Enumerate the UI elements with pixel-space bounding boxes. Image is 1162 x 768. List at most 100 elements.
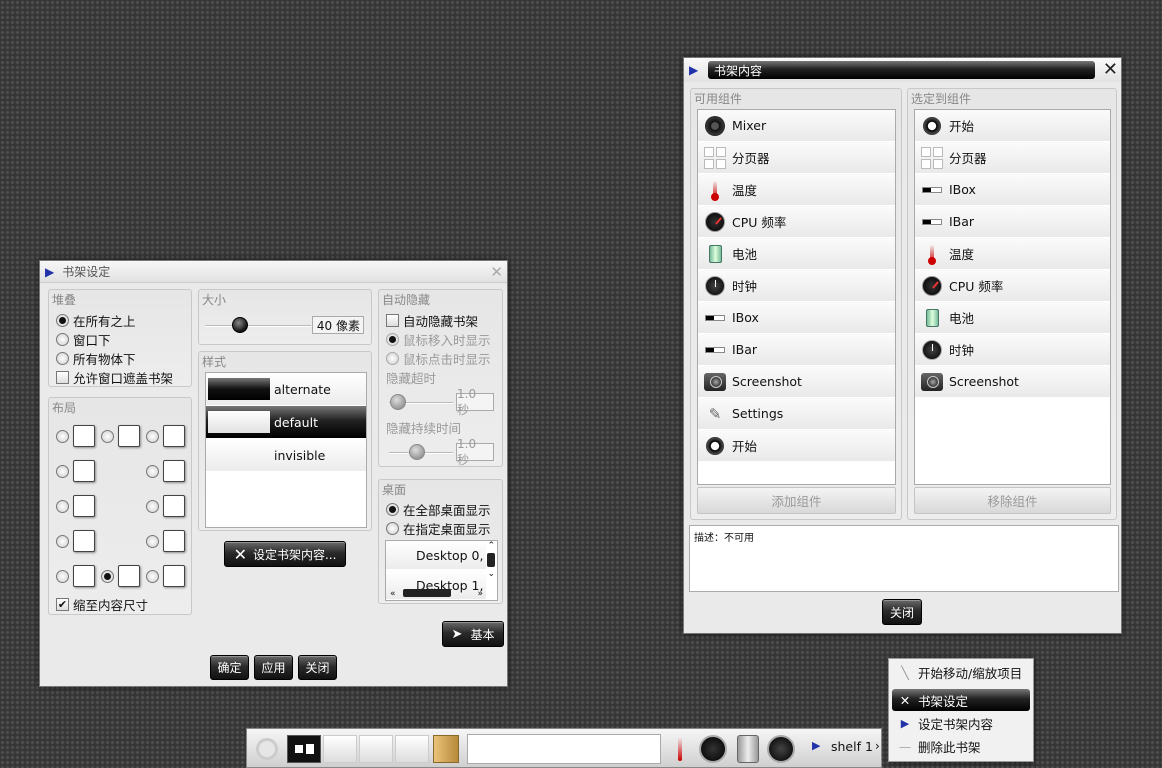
- show-all-desktops-radio[interactable]: 在全部桌面显示: [386, 500, 491, 519]
- pager-desk[interactable]: [395, 735, 429, 763]
- close-icon[interactable]: ✕: [490, 263, 503, 281]
- pager-desk[interactable]: [323, 735, 357, 763]
- scroll-left-icon[interactable]: «: [390, 589, 396, 599]
- pager-desk[interactable]: [359, 735, 393, 763]
- menu-item-move-resize[interactable]: ╲ 开始移动/缩放项目: [892, 661, 1030, 683]
- layout-radio-top-center[interactable]: [101, 430, 114, 443]
- hide-timeout-value[interactable]: 1.0 秒: [456, 387, 494, 417]
- component-list-item[interactable]: 电池: [915, 302, 1110, 334]
- hide-timeout-slider-knob[interactable]: [390, 394, 406, 410]
- stacking-option-above-all[interactable]: 在所有之上: [56, 311, 136, 330]
- pager-desk-active[interactable]: [287, 735, 321, 763]
- component-list-item[interactable]: Screenshot: [915, 366, 1110, 398]
- component-list-item[interactable]: IBox: [915, 174, 1110, 206]
- component-list-item[interactable]: CPU 频率: [915, 270, 1110, 302]
- component-list-item[interactable]: CPU 频率: [698, 206, 895, 238]
- horizontal-scrollbar-thumb[interactable]: [403, 589, 451, 597]
- component-list-item[interactable]: IBar: [698, 334, 895, 366]
- clock-icon[interactable]: [767, 735, 795, 763]
- hide-duration-value[interactable]: 1.0 秒: [456, 437, 494, 467]
- layout-preview-bottom-left: [73, 565, 95, 587]
- menu-item-shelf-settings[interactable]: ✕ 书架设定: [892, 689, 1030, 711]
- window-thumb-icon: [305, 744, 314, 754]
- clock-icon: [921, 339, 943, 361]
- show-on-click-radio[interactable]: 鼠标点击时显示: [386, 349, 491, 368]
- layout-radio-bottom-left[interactable]: [56, 570, 69, 583]
- component-list-item[interactable]: 分页器: [915, 142, 1110, 174]
- component-list-item[interactable]: ✎ Settings: [698, 398, 895, 430]
- layout-radio-top-left[interactable]: [56, 430, 69, 443]
- component-list-item[interactable]: 时钟: [915, 334, 1110, 366]
- shrink-to-content-checkbox[interactable]: ✔ 缩至内容尺寸: [56, 595, 148, 614]
- layout-radio-left-top[interactable]: [56, 465, 69, 478]
- close-button[interactable]: 关闭: [882, 599, 922, 625]
- speaker-icon: [704, 115, 726, 137]
- component-list-item[interactable]: 温度: [698, 174, 895, 206]
- delete-icon: —: [898, 738, 912, 754]
- basic-button[interactable]: ➤ 基本: [442, 621, 504, 647]
- component-list-item[interactable]: 温度: [915, 238, 1110, 270]
- component-list-item[interactable]: Mixer: [698, 110, 895, 142]
- stacking-option-below-windows[interactable]: 窗口下: [56, 330, 111, 349]
- scroll-up-icon[interactable]: ⌃: [487, 541, 495, 551]
- vertical-scrollbar-thumb[interactable]: [487, 553, 495, 567]
- shelf-contents-titlebar[interactable]: ▶ 书架内容 ✕: [684, 58, 1121, 82]
- option-label: 缩至内容尺寸: [73, 598, 149, 613]
- show-on-mouse-in-radio[interactable]: 鼠标移入时显示: [386, 330, 491, 349]
- show-specific-desktop-radio[interactable]: 在指定桌面显示: [386, 519, 491, 538]
- auto-hide-checkbox[interactable]: 自动隐藏书架: [386, 311, 478, 330]
- menu-item-shelf-contents[interactable]: ▶ 设定书架内容: [892, 712, 1030, 734]
- layout-radio-left-center[interactable]: [56, 500, 69, 513]
- allow-cover-checkbox[interactable]: 允许窗口遮盖书架: [56, 368, 173, 387]
- component-list-item[interactable]: 开始: [915, 110, 1110, 142]
- component-list-item[interactable]: Screenshot: [698, 366, 895, 398]
- layout-radio-top-right[interactable]: [146, 430, 159, 443]
- layout-radio-right-center[interactable]: [146, 500, 159, 513]
- shelf-settings-titlebar[interactable]: ▶ 书架设定 ✕: [40, 261, 507, 283]
- component-list-item[interactable]: IBar: [915, 206, 1110, 238]
- layout-radio-right-bottom[interactable]: [146, 535, 159, 548]
- layout-radio-bottom-right[interactable]: [146, 570, 159, 583]
- style-item-invisible[interactable]: invisible: [206, 439, 366, 471]
- battery-icon[interactable]: [737, 735, 759, 763]
- start-icon[interactable]: [256, 738, 278, 760]
- size-value-field[interactable]: 40 像素: [312, 316, 364, 334]
- component-list-item[interactable]: 分页器: [698, 142, 895, 174]
- component-list-item[interactable]: 时钟: [698, 270, 895, 302]
- layout-radio-right-top[interactable]: [146, 465, 159, 478]
- hide-duration-label: 隐藏持续时间: [386, 421, 462, 436]
- remove-component-button[interactable]: 移除组件: [914, 487, 1111, 514]
- set-shelf-contents-button[interactable]: ✕ 设定书架内容...: [224, 541, 346, 567]
- hide-duration-slider-knob[interactable]: [409, 444, 425, 460]
- component-list-item[interactable]: 开始: [698, 430, 895, 462]
- ok-button[interactable]: 确定: [210, 655, 249, 680]
- chevron-right-icon: ›: [875, 739, 880, 753]
- layout-radio-left-bottom[interactable]: [56, 535, 69, 548]
- size-slider-knob[interactable]: [232, 317, 248, 333]
- scroll-right-icon[interactable]: »: [477, 589, 483, 599]
- layout-frame: 布局 ✔ 缩至内容尺寸: [48, 397, 192, 615]
- size-frame: 大小 40 像素: [198, 289, 372, 345]
- cpu-gauge-icon[interactable]: [699, 735, 727, 763]
- style-item-default[interactable]: default: [206, 406, 366, 438]
- close-icon[interactable]: ✕: [1103, 59, 1118, 80]
- add-component-button[interactable]: 添加组件: [697, 487, 896, 514]
- scroll-down-icon[interactable]: ⌄: [487, 569, 495, 579]
- layout-radio-bottom-center[interactable]: [101, 570, 114, 583]
- style-item-alternate[interactable]: alternate: [206, 373, 366, 405]
- component-list-item[interactable]: IBox: [698, 302, 895, 334]
- menu-item-delete-shelf[interactable]: — 删除此书架: [892, 735, 1030, 757]
- desktop-item[interactable]: Desktop 0, 0: [386, 541, 486, 569]
- thermometer-icon[interactable]: [678, 737, 682, 761]
- stacking-option-below-all[interactable]: 所有物体下: [56, 349, 136, 368]
- close-button[interactable]: 关闭: [298, 655, 337, 680]
- folder-icon[interactable]: [433, 735, 459, 763]
- desktop-label: 桌面: [382, 483, 407, 497]
- component-list-item[interactable]: 电池: [698, 238, 895, 270]
- size-slider-track[interactable]: [205, 325, 311, 327]
- apply-button[interactable]: 应用: [254, 655, 293, 680]
- arrow-right-icon: ➤: [451, 626, 463, 642]
- shelf-name-label[interactable]: shelf 1: [831, 739, 873, 754]
- component-label: 时钟: [949, 343, 975, 358]
- ibar-icon: [921, 211, 943, 233]
